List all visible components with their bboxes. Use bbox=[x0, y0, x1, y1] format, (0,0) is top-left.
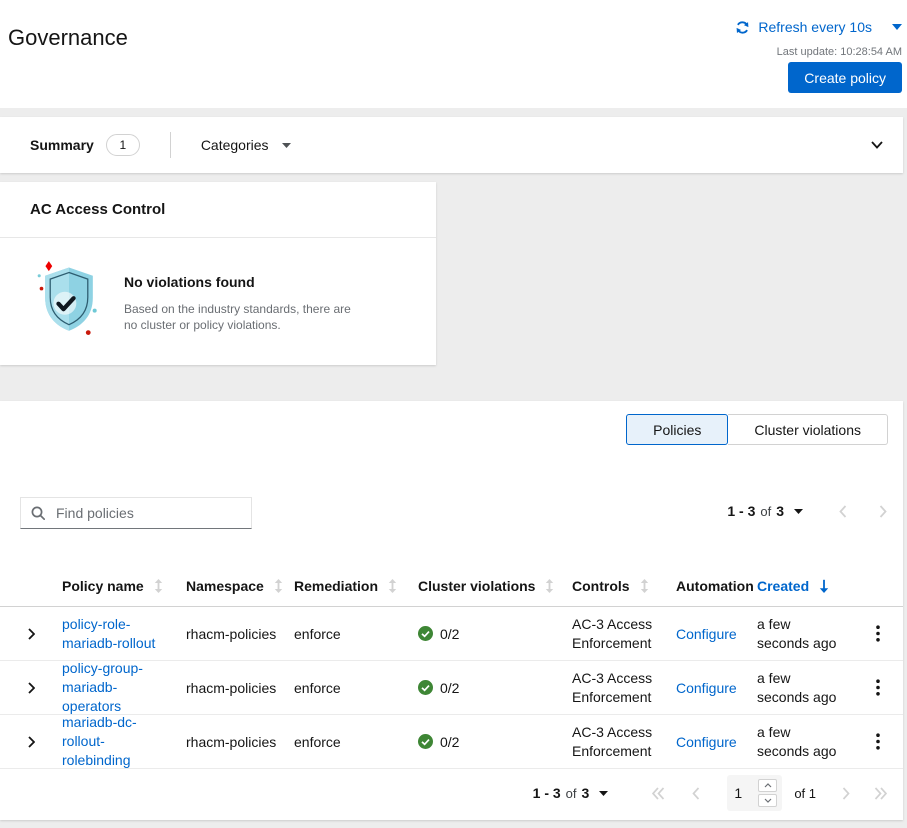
column-cluster-violations[interactable]: Cluster violations bbox=[418, 578, 572, 594]
created-cell: a few seconds ago bbox=[757, 723, 845, 761]
card-title: AC Access Control bbox=[0, 182, 436, 238]
pagination-total: 3 bbox=[582, 785, 590, 801]
pagination-menu-caret-icon[interactable] bbox=[794, 509, 803, 514]
configure-automation-link[interactable]: Configure bbox=[676, 734, 737, 750]
violations-count: 0/2 bbox=[440, 680, 459, 696]
violations-count: 0/2 bbox=[440, 626, 459, 642]
last-update-text: Last update: 10:28:54 AM bbox=[777, 46, 902, 58]
summary-label: Summary bbox=[30, 137, 94, 153]
expand-row-chevron-icon[interactable] bbox=[28, 736, 62, 748]
tab-cluster-violations[interactable]: Cluster violations bbox=[728, 414, 888, 445]
collapse-summary-chevron-icon[interactable] bbox=[871, 141, 883, 149]
expand-row-chevron-icon[interactable] bbox=[28, 628, 62, 640]
table-row: policy-role-mariadb-rollout rhacm-polici… bbox=[0, 607, 903, 661]
table-row: mariadb-dc-rollout-rolebinding rhacm-pol… bbox=[0, 715, 903, 769]
controls-cell: AC-3 Access Enforcement bbox=[572, 615, 664, 653]
column-controls[interactable]: Controls bbox=[572, 578, 676, 594]
next-page-button[interactable] bbox=[879, 505, 887, 518]
check-circle-icon bbox=[418, 680, 433, 695]
column-automation: Automation bbox=[676, 578, 757, 594]
row-kebab-menu-icon[interactable] bbox=[870, 675, 886, 700]
pagination-of-word: of bbox=[566, 786, 577, 801]
top-pagination: 1 - 3 of 3 bbox=[727, 503, 887, 519]
page-spinner bbox=[758, 779, 777, 807]
no-violations-description: Based on the industry standards, there a… bbox=[124, 301, 364, 333]
policy-name-link[interactable]: policy-group-mariadb-operators bbox=[62, 659, 172, 716]
caret-down-icon bbox=[282, 143, 291, 148]
caret-down-icon[interactable] bbox=[892, 24, 902, 30]
pagination-range: 1 - 3 bbox=[727, 503, 755, 519]
sort-both-icon bbox=[154, 579, 163, 593]
create-policy-button[interactable]: Create policy bbox=[788, 62, 902, 93]
pagination-menu-caret-icon[interactable] bbox=[599, 791, 608, 796]
shield-check-illustration bbox=[36, 260, 102, 341]
row-kebab-menu-icon[interactable] bbox=[870, 729, 886, 754]
ac-access-control-card: AC Access Control No violations found Ba… bbox=[0, 182, 436, 365]
page-decrement-icon[interactable] bbox=[758, 794, 777, 807]
remediation-cell: enforce bbox=[294, 626, 341, 642]
current-page-widget bbox=[727, 775, 782, 811]
column-namespace[interactable]: Namespace bbox=[186, 578, 294, 594]
policies-table: Policy name Namespace Remediation Cluste… bbox=[0, 565, 903, 769]
summary-bar: Summary 1 Categories bbox=[0, 117, 903, 173]
next-page-button[interactable] bbox=[842, 787, 850, 800]
policy-name-link[interactable]: mariadb-dc-rollout-rolebinding bbox=[62, 713, 172, 770]
pagination-total: 3 bbox=[776, 503, 784, 519]
policy-name-link[interactable]: policy-role-mariadb-rollout bbox=[62, 615, 172, 653]
policies-section: Policies Cluster violations 1 - 3 of 3 bbox=[0, 401, 903, 820]
controls-cell: AC-3 Access Enforcement bbox=[572, 669, 664, 707]
remediation-cell: enforce bbox=[294, 680, 341, 696]
pagination-of-word: of bbox=[760, 504, 771, 519]
sort-both-icon bbox=[545, 579, 554, 593]
row-kebab-menu-icon[interactable] bbox=[870, 621, 886, 646]
remediation-cell: enforce bbox=[294, 734, 341, 750]
prev-page-button[interactable] bbox=[692, 787, 700, 800]
configure-automation-link[interactable]: Configure bbox=[676, 626, 737, 642]
column-created-sorted[interactable]: Created bbox=[757, 578, 852, 594]
card-body: No violations found Based on the industr… bbox=[0, 238, 436, 341]
table-row: policy-group-mariadb-operators rhacm-pol… bbox=[0, 661, 903, 715]
refresh-label: Refresh every 10s bbox=[758, 19, 872, 35]
namespace-cell: rhacm-policies bbox=[186, 734, 276, 750]
expand-row-chevron-icon[interactable] bbox=[28, 682, 62, 694]
refresh-dropdown[interactable]: Refresh every 10s bbox=[735, 19, 902, 35]
column-policy-name[interactable]: Policy name bbox=[62, 578, 186, 594]
categories-label: Categories bbox=[201, 137, 269, 153]
violations-count: 0/2 bbox=[440, 734, 459, 750]
no-violations-title: No violations found bbox=[124, 274, 364, 290]
check-circle-icon bbox=[418, 734, 433, 749]
page-increment-icon[interactable] bbox=[758, 779, 777, 792]
created-cell: a few seconds ago bbox=[757, 669, 845, 707]
sort-both-icon bbox=[388, 579, 397, 593]
sort-both-icon bbox=[640, 579, 649, 593]
bottom-pagination: 1 - 3 of 3 of 1 bbox=[533, 771, 887, 815]
check-circle-icon bbox=[418, 626, 433, 641]
page-header: Governance Refresh every 10s Last update… bbox=[0, 0, 907, 108]
namespace-cell: rhacm-policies bbox=[186, 680, 276, 696]
tab-policies[interactable]: Policies bbox=[626, 414, 728, 445]
page-title: Governance bbox=[8, 25, 128, 51]
categories-dropdown[interactable]: Categories bbox=[201, 137, 291, 153]
namespace-cell: rhacm-policies bbox=[186, 626, 276, 642]
sync-icon bbox=[735, 20, 750, 35]
configure-automation-link[interactable]: Configure bbox=[676, 680, 737, 696]
sort-both-icon bbox=[274, 579, 283, 593]
divider bbox=[170, 132, 171, 158]
sort-descending-icon bbox=[819, 579, 829, 593]
prev-page-button[interactable] bbox=[839, 505, 847, 518]
find-policies-field[interactable] bbox=[54, 504, 238, 522]
last-page-button[interactable] bbox=[874, 787, 887, 800]
created-cell: a few seconds ago bbox=[757, 615, 845, 653]
pagination-range: 1 - 3 bbox=[533, 785, 561, 801]
total-pages-label: of 1 bbox=[794, 786, 816, 801]
search-icon bbox=[31, 506, 45, 520]
first-page-button[interactable] bbox=[652, 787, 665, 800]
summary-count-badge: 1 bbox=[106, 134, 140, 156]
table-header-row: Policy name Namespace Remediation Cluste… bbox=[0, 565, 903, 607]
controls-cell: AC-3 Access Enforcement bbox=[572, 723, 664, 761]
current-page-input[interactable] bbox=[732, 780, 756, 806]
column-remediation[interactable]: Remediation bbox=[294, 578, 418, 594]
search-input[interactable] bbox=[20, 497, 252, 529]
view-toggle-group: Policies Cluster violations bbox=[626, 414, 888, 445]
